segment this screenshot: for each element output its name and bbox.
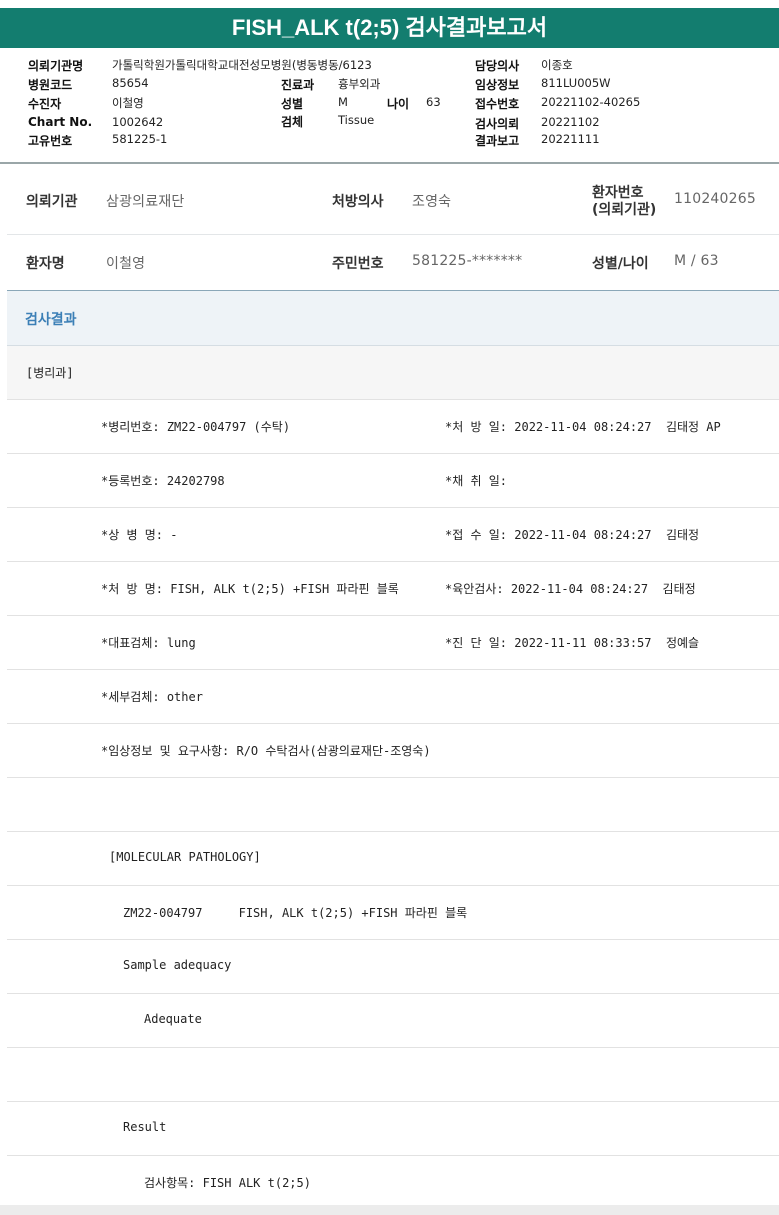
report-line: ZM22-004797 FISH, ALK t(2;5) +FISH 파라핀 블…	[7, 886, 779, 940]
sex-age-value: M / 63	[674, 253, 719, 269]
report-line: 검사항목: FISH ALK t(2;5)	[7, 1156, 779, 1210]
result-label: Result	[123, 1120, 167, 1134]
report-left-field: *처 방 명: FISH, ALK t(2;5) +FISH 파라핀 블록	[101, 582, 399, 596]
header-value: M	[338, 95, 348, 109]
report-left-field: *세부검체: other	[101, 690, 203, 704]
header-value: 가톨릭학원가톨릭대학교대전성모병원(병동병동/6123	[112, 58, 372, 72]
header-value: 581225-1	[112, 132, 168, 146]
doctor-value: 조영숙	[412, 194, 452, 210]
report-right-field: *채 취 일:	[445, 474, 508, 488]
doctor-label: 처방의사	[332, 194, 384, 210]
info-row-institution: 의뢰기관 삼광의료재단 처방의사 조영숙 환자번호 (의뢰기관) 1102402…	[7, 170, 779, 235]
report-line: *상 병 명: - *접 수 일: 2022-11-04 08:24:27 김태…	[7, 508, 779, 562]
report-line: [MOLECULAR PATHOLOGY]	[7, 832, 779, 886]
rrn-value: 581225-*******	[412, 253, 523, 269]
header-key: 고유번호	[28, 134, 73, 148]
header-key: 임상정보	[475, 78, 520, 92]
report-line: *병리번호: ZM22-004797 (수탁) *처 방 일: 2022-11-…	[7, 400, 779, 454]
sample-adequacy-label: Sample adequacy	[123, 958, 232, 972]
header-value: 이철영	[112, 96, 144, 110]
header-value: 흉부외과	[338, 77, 381, 91]
report-line: [병리과]	[7, 346, 779, 400]
report-line: Result	[7, 1102, 779, 1156]
report-line: *임상정보 및 요구사항: R/O 수탁검사(삼광의료재단-조영숙)	[7, 724, 779, 778]
header-value: 20221111	[541, 132, 600, 146]
header-key: 수진자	[28, 97, 62, 111]
patient-no-sublabel: (의뢰기관)	[592, 202, 657, 218]
scroll-edge	[0, 1205, 779, 1215]
report-header: 의뢰기관명 가톨릭학원가톨릭대학교대전성모병원(병동병동/6123 병원코드 8…	[0, 48, 779, 164]
header-value: 1002642	[112, 115, 164, 129]
report-right-field: *접 수 일: 2022-11-04 08:24:27 김태정	[445, 528, 700, 542]
sex-age-label: 성별/나이	[592, 256, 649, 272]
result-section-header: 검사결과	[7, 291, 779, 346]
header-key: 담당의사	[475, 59, 520, 73]
report-left-field: *상 병 명: -	[101, 528, 178, 542]
report-body: [병리과] *병리번호: ZM22-004797 (수탁) *처 방 일: 20…	[7, 346, 779, 1210]
report-line: Adequate	[7, 994, 779, 1048]
order-line: ZM22-004797 FISH, ALK t(2;5) +FISH 파라핀 블…	[123, 906, 468, 920]
report-right-field: *육안검사: 2022-11-04 08:24:27 김태정	[445, 582, 696, 596]
report-line: *등록번호: 24202798 *채 취 일:	[7, 454, 779, 508]
header-key: 성별	[281, 97, 304, 111]
header-value: 85654	[112, 76, 149, 90]
header-key: 검체	[281, 115, 304, 129]
header-key: 접수번호	[475, 97, 520, 111]
patient-name-label: 환자명	[26, 256, 65, 272]
dept-label: [병리과]	[26, 366, 74, 380]
header-value: Tissue	[338, 113, 375, 127]
info-row-patient: 환자명 이철영 주민번호 581225-******* 성별/나이 M / 63	[7, 236, 779, 291]
header-value: 이종호	[541, 58, 573, 72]
header-key: 진료과	[281, 78, 315, 92]
report-left-field: *대표검체: lung	[101, 636, 196, 650]
header-value: 20221102-40265	[541, 95, 641, 109]
header-value: 20221102	[541, 115, 600, 129]
report-right-field: *처 방 일: 2022-11-04 08:24:27 김태정 AP	[445, 420, 721, 434]
header-key: 검사의뢰	[475, 117, 520, 131]
institution-label: 의뢰기관	[26, 194, 78, 210]
report-line: Sample adequacy	[7, 940, 779, 994]
test-item: 검사항목: FISH ALK t(2;5)	[144, 1176, 311, 1190]
report-right-field: *진 단 일: 2022-11-11 08:33:57 정예슬	[445, 636, 700, 650]
header-key: 의뢰기관명	[28, 59, 84, 73]
header-value: 811LU005W	[541, 76, 611, 90]
report-line: *처 방 명: FISH, ALK t(2;5) +FISH 파라핀 블록 *육…	[7, 562, 779, 616]
report-line-empty	[7, 1048, 779, 1102]
section-title: 검사결과	[25, 312, 77, 328]
rrn-label: 주민번호	[332, 256, 384, 272]
header-key: Chart No.	[28, 115, 93, 129]
report-line-empty	[7, 778, 779, 832]
report-line: *세부검체: other	[7, 670, 779, 724]
header-key: 병원코드	[28, 78, 73, 92]
patient-no-value: 110240265	[674, 191, 756, 207]
header-key: 결과보고	[475, 134, 520, 148]
sample-adequacy-value: Adequate	[144, 1012, 202, 1026]
header-key: 나이	[387, 97, 410, 111]
report-left-field: *임상정보 및 요구사항: R/O 수탁검사(삼광의료재단-조영숙)	[101, 744, 431, 758]
report-left-field: *등록번호: 24202798	[101, 474, 225, 488]
patient-name-value: 이철영	[106, 256, 146, 272]
report-left-field: *병리번호: ZM22-004797 (수탁)	[101, 420, 291, 434]
header-value: 63	[426, 95, 441, 109]
report-line: *대표검체: lung *진 단 일: 2022-11-11 08:33:57 …	[7, 616, 779, 670]
institution-value: 삼광의료재단	[106, 194, 185, 210]
report-title: FISH_ALK t(2;5) 검사결과보고서	[0, 8, 779, 48]
molecular-pathology-heading: [MOLECULAR PATHOLOGY]	[109, 850, 261, 864]
